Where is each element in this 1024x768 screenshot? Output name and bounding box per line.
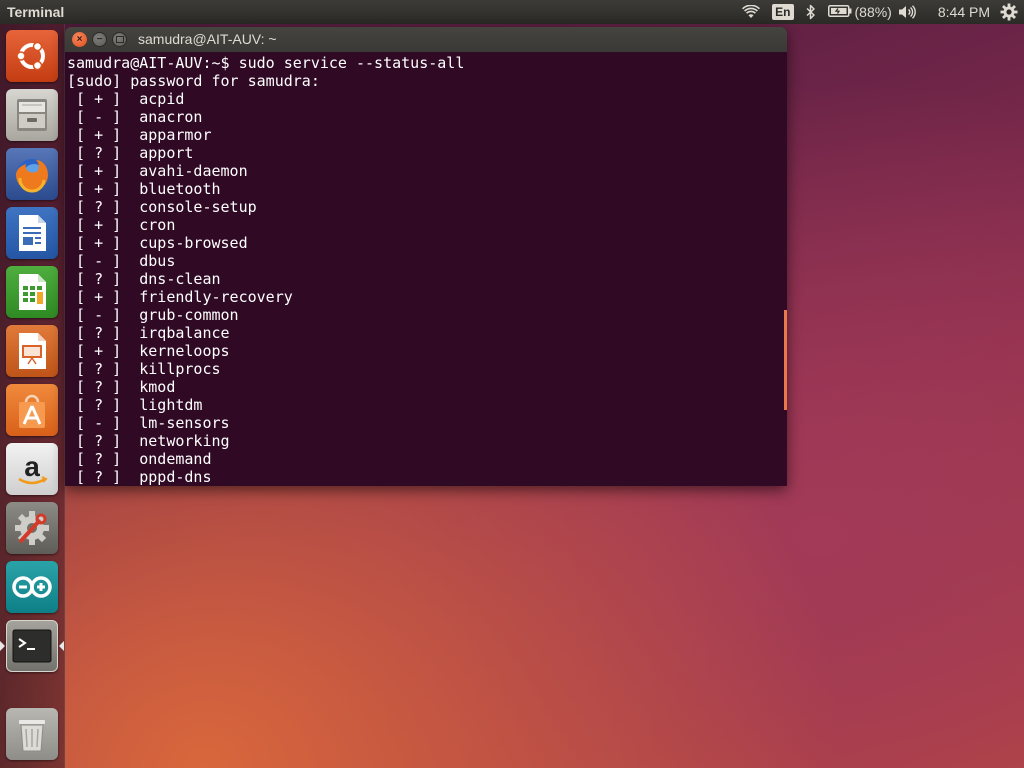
maximize-icon — [115, 36, 124, 43]
terminal-line: [ - ] grub-common — [67, 306, 239, 324]
terminal-line: [ + ] cron — [67, 216, 176, 234]
terminal-icon — [12, 629, 52, 663]
terminal-line: [ + ] avahi-daemon — [67, 162, 248, 180]
battery-percentage: (88%) — [854, 4, 892, 20]
terminal-line: [ - ] lm-sensors — [67, 414, 230, 432]
terminal-line: [ ? ] lightdm — [67, 396, 203, 414]
launcher-firefox[interactable] — [6, 148, 58, 200]
terminal-line: [ ? ] irqbalance — [67, 324, 230, 342]
indicator-area: En (88%) 8:44 PM — [736, 0, 1024, 24]
minimize-button[interactable]: − — [92, 32, 107, 47]
clock[interactable]: 8:44 PM — [924, 0, 1000, 24]
terminal-line: [ ? ] ondemand — [67, 450, 212, 468]
close-icon: × — [76, 33, 83, 45]
launcher-libreoffice-writer[interactable] — [6, 207, 58, 259]
terminal-line: [sudo] password for samudra: — [67, 72, 320, 90]
top-panel: Terminal En (88%) 8:44 PM — [0, 0, 1024, 24]
minimize-icon: − — [96, 33, 103, 45]
terminal-line: [ + ] cups-browsed — [67, 234, 248, 252]
writer-document-icon — [14, 213, 50, 253]
software-center-bag-icon — [13, 390, 51, 430]
window-titlebar[interactable]: × − samudra@AIT-AUV: ~ — [65, 27, 787, 52]
launcher-system-settings[interactable] — [6, 502, 58, 554]
trash-icon — [14, 714, 50, 754]
launcher-files[interactable] — [6, 89, 58, 141]
launcher-trash[interactable] — [6, 708, 58, 760]
file-cabinet-icon — [13, 96, 51, 134]
battery-indicator[interactable]: (88%) — [822, 0, 892, 24]
terminal-line: [ + ] friendly-recovery — [67, 288, 293, 306]
system-settings-icon — [12, 508, 52, 548]
window-title: samudra@AIT-AUV: ~ — [138, 31, 277, 47]
launcher-dash-home[interactable] — [6, 30, 58, 82]
keyboard-layout-label: En — [772, 4, 794, 20]
ubuntu-logo-icon — [13, 37, 51, 75]
launcher-libreoffice-impress[interactable] — [6, 325, 58, 377]
terminal-window[interactable]: × − samudra@AIT-AUV: ~ samudra@AIT-AUV:~… — [65, 27, 787, 486]
impress-presentation-icon — [14, 331, 50, 371]
terminal-line: [ ? ] console-setup — [67, 198, 257, 216]
launcher-active-arrow-left — [0, 641, 5, 651]
calc-spreadsheet-icon — [14, 272, 50, 312]
launcher-terminal[interactable] — [6, 620, 58, 672]
svg-text:a: a — [24, 451, 40, 482]
terminal-line: [ - ] dbus — [67, 252, 176, 270]
terminal-line: [ + ] acpid — [67, 90, 185, 108]
terminal-line: [ + ] apparmor — [67, 126, 212, 144]
launcher-arduino[interactable] — [6, 561, 58, 613]
launcher-libreoffice-calc[interactable] — [6, 266, 58, 318]
launcher: a — [0, 24, 65, 768]
active-app-title[interactable]: Terminal — [0, 4, 64, 20]
launcher-software-center[interactable] — [6, 384, 58, 436]
terminal-line: [ ? ] killprocs — [67, 360, 221, 378]
volume-icon[interactable] — [892, 0, 924, 24]
settings-gear-icon[interactable] — [1000, 0, 1024, 24]
terminal-line: [ + ] kerneloops — [67, 342, 230, 360]
launcher-amazon[interactable]: a — [6, 443, 58, 495]
wifi-icon[interactable] — [736, 0, 766, 24]
bluetooth-icon[interactable] — [800, 0, 822, 24]
terminal-output[interactable]: samudra@AIT-AUV:~$ sudo service --status… — [67, 53, 781, 486]
battery-icon — [827, 4, 852, 20]
terminal-command-line: samudra@AIT-AUV:~$ sudo service --status… — [67, 54, 465, 72]
maximize-button[interactable] — [112, 32, 127, 47]
terminal-line: [ ? ] dns-clean — [67, 270, 221, 288]
arduino-icon — [11, 572, 53, 602]
terminal-line: [ ? ] pppd-dns — [67, 468, 212, 486]
terminal-line: [ ? ] kmod — [67, 378, 176, 396]
terminal-line: [ - ] anacron — [67, 108, 203, 126]
terminal-line: [ ? ] networking — [67, 432, 230, 450]
terminal-line: [ ? ] apport — [67, 144, 194, 162]
amazon-icon: a — [12, 449, 52, 489]
terminal-line: [ + ] bluetooth — [67, 180, 221, 198]
firefox-icon — [12, 154, 52, 194]
close-button[interactable]: × — [72, 32, 87, 47]
launcher-focus-arrow-right — [59, 641, 64, 651]
scrollbar[interactable] — [784, 310, 787, 410]
keyboard-layout-indicator[interactable]: En — [766, 0, 799, 24]
